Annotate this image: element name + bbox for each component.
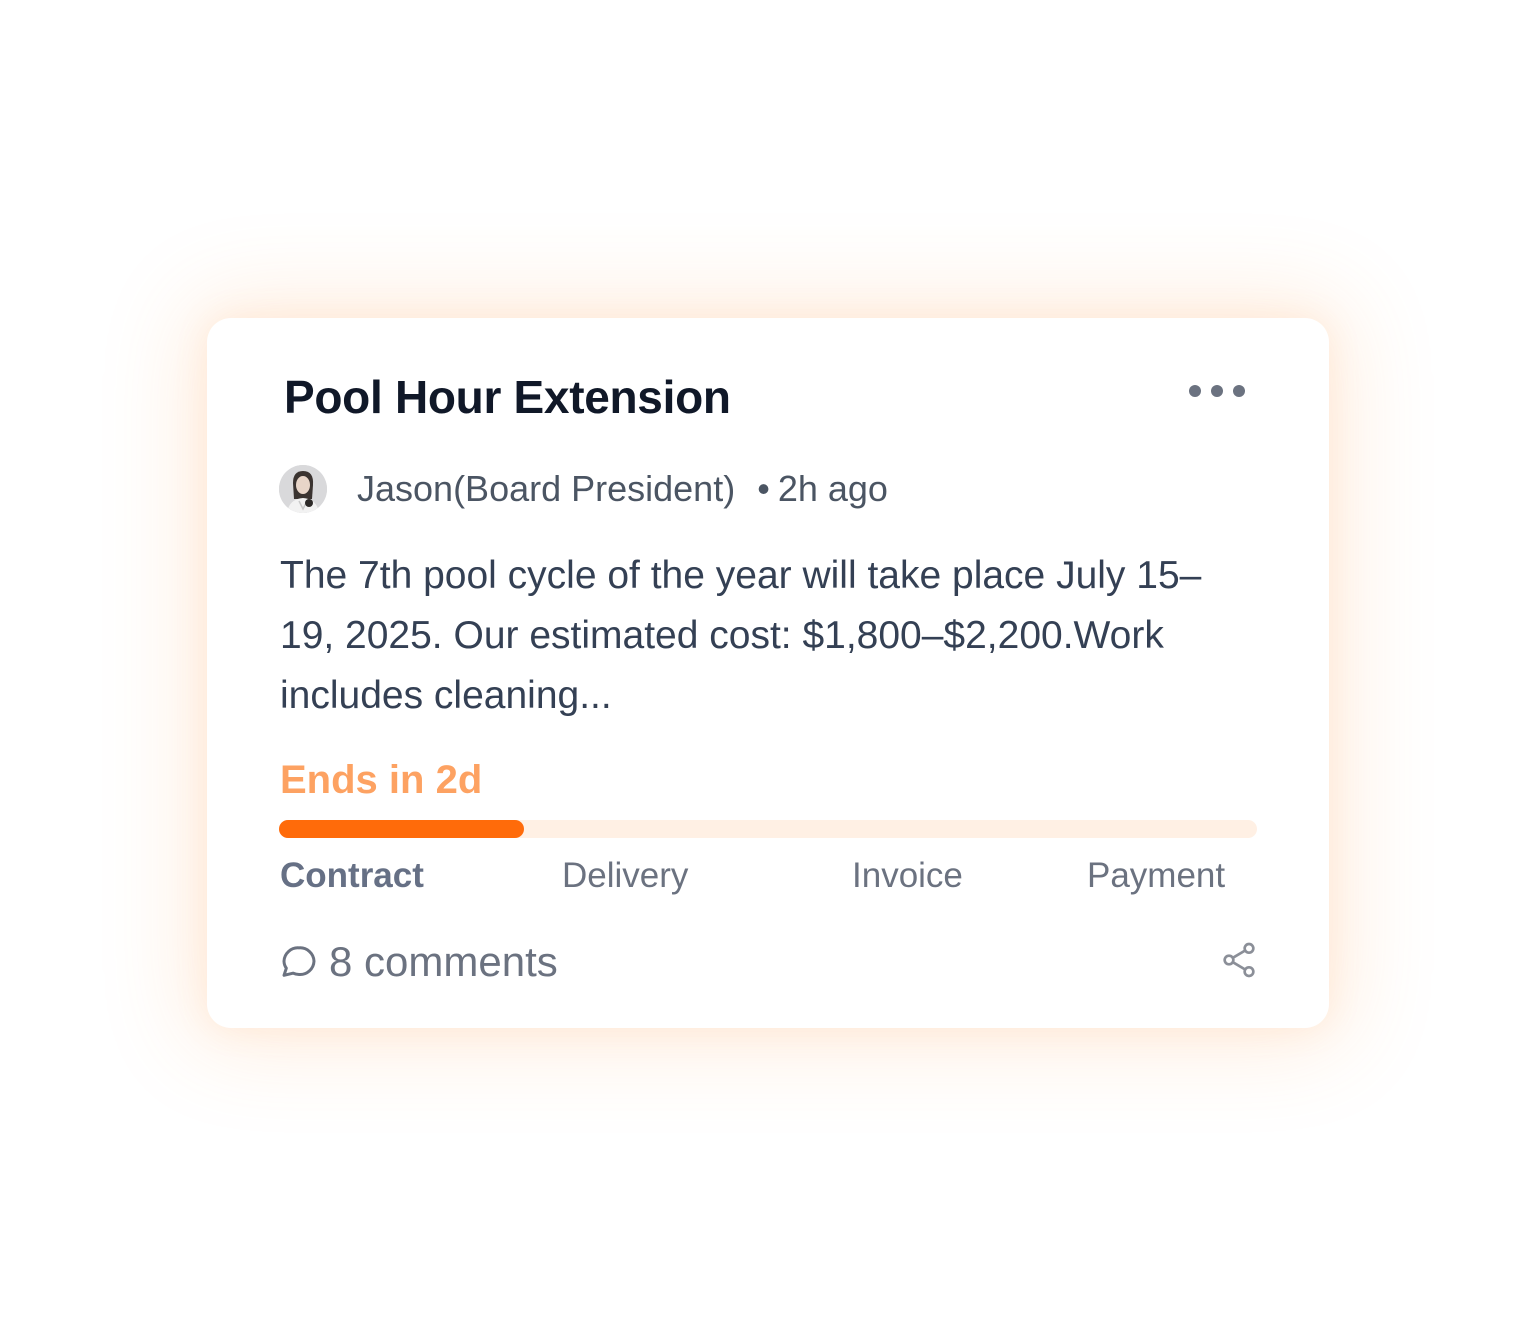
avatar-photo: [279, 465, 327, 513]
post-timestamp: 2h ago: [777, 468, 888, 509]
speech-bubble-icon: [282, 946, 316, 977]
stage-delivery[interactable]: Delivery: [562, 856, 688, 896]
post-card[interactable]: Pool Hour Extension Jason(Board Presiden…: [207, 318, 1329, 1028]
comments-count: 8 comments: [329, 938, 558, 985]
stage-payment[interactable]: Payment: [1087, 856, 1225, 896]
more-dot: [1211, 385, 1223, 397]
progress-bar[interactable]: [279, 820, 1257, 838]
avatar[interactable]: [279, 465, 327, 513]
meta-separator: •: [757, 468, 770, 509]
more-horizontal-icon: [1189, 385, 1201, 397]
stage-contract[interactable]: Contract: [280, 856, 424, 896]
more-options-button[interactable]: [1189, 378, 1245, 404]
stage-invoice[interactable]: Invoice: [852, 856, 963, 896]
comments-button[interactable]: 8 comments: [279, 934, 558, 990]
author-row: Jason(Board President) • 2h ago: [279, 464, 888, 514]
author-name[interactable]: Jason(Board President): [357, 468, 735, 510]
share-icon[interactable]: [1219, 940, 1259, 980]
deadline-label: Ends in 2d: [280, 758, 483, 802]
more-dot: [1233, 385, 1245, 397]
post-body[interactable]: The 7th pool cycle of the year will take…: [280, 546, 1240, 726]
post-title: Pool Hour Extension: [284, 371, 731, 423]
progress-fill: [279, 820, 524, 838]
